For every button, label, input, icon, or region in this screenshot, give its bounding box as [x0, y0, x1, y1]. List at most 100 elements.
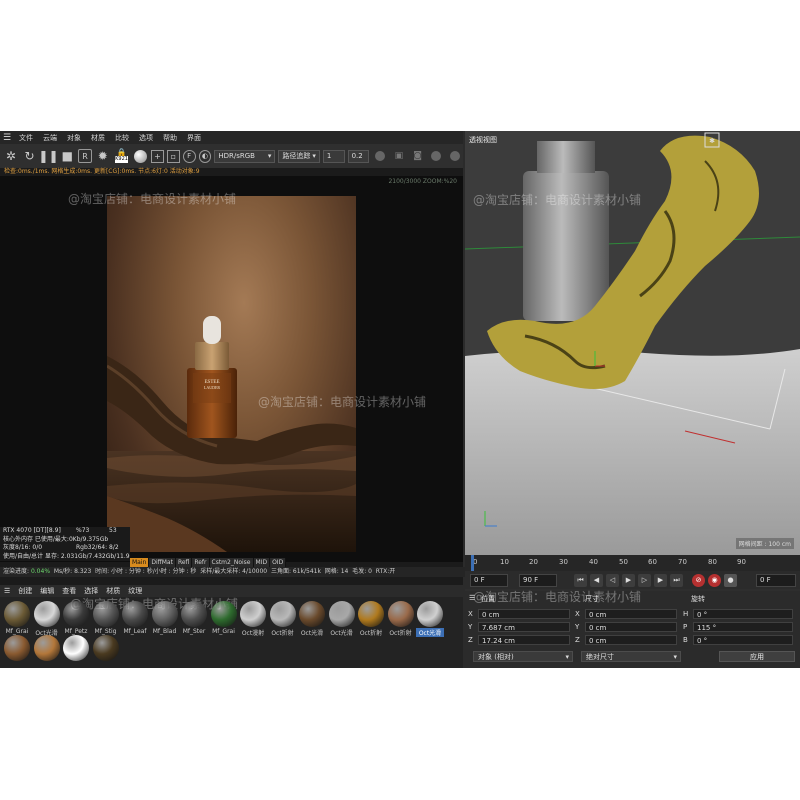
current-frame-field[interactable]: 0 F — [756, 573, 796, 587]
stats-memory-row: 核心外内存 已使用/最大:0Kb/9.375Gb — [0, 535, 130, 544]
playhead[interactable] — [471, 555, 474, 571]
timeline-tick: 70 — [678, 558, 687, 566]
coordinates-manager: ☰ 位置 尺寸 旋转 X0 cm Y 7.687 cm Z 17.24 cm X0 … — [465, 590, 800, 668]
stats-gpu-row: RTX 4070 [DT][8.9] %73 53 — [0, 527, 130, 536]
material-swatch[interactable]: Mf_Ster — [180, 601, 208, 635]
watermark-attr: @淘宝店铺：电商设计素材小铺 — [473, 590, 642, 604]
octane-toolbar: ✲ ↻ ❚❚ ■ R ✹ 🔒 K921 + ▫ F ◐ HDR/sRGB ▾ 路径追… — [0, 144, 463, 168]
key-settings-icon[interactable]: ● — [724, 573, 737, 587]
auto-key-icon[interactable]: ◉ — [708, 573, 721, 587]
material-swatch[interactable]: Oct折射 — [357, 601, 385, 637]
frame-start-field[interactable]: 0 F — [470, 573, 508, 587]
channel-oid[interactable]: OID — [270, 558, 287, 567]
material-swatch[interactable]: Oct光滑 — [33, 601, 61, 637]
watermark-left-2: @淘宝店铺：电商设计素材小铺 — [258, 395, 427, 409]
material-swatch[interactable]: Oct漫射 — [239, 601, 267, 637]
menu-options[interactable]: 选项 — [134, 133, 158, 143]
material-swatch[interactable] — [62, 635, 90, 661]
prev-frame-icon[interactable]: ◁ — [606, 573, 619, 587]
pause-icon[interactable]: ❚❚ — [38, 148, 58, 164]
size-y-field[interactable]: 0 cm — [585, 622, 677, 632]
perspective-viewport[interactable]: ✱ 透视视图 网格间距 : 100 cm @淘宝店铺：电商设计素材小铺 — [465, 131, 800, 555]
rotation-h-field[interactable]: 0 ° — [693, 609, 793, 619]
menu-help[interactable]: 帮助 — [158, 133, 182, 143]
lock-small-icon[interactable]: ▣ — [391, 148, 407, 164]
menu-cloud[interactable]: 云端 — [38, 133, 62, 143]
frame-end-field[interactable]: 90 F — [519, 573, 557, 587]
rotation-p-field[interactable]: 115 ° — [693, 622, 793, 632]
material-swatch[interactable]: Oct光滑 — [298, 601, 326, 637]
size-x-field[interactable]: 0 cm — [585, 609, 677, 619]
material-swatch[interactable]: Oct折射 — [387, 601, 415, 637]
channel-refr[interactable]: Refr — [192, 558, 210, 567]
svg-text:✱: ✱ — [709, 137, 715, 145]
menu-interface[interactable]: 界面 — [182, 133, 206, 143]
toggle-icon[interactable] — [372, 148, 388, 164]
position-z-field[interactable]: 17.24 cm — [478, 635, 570, 645]
mat-menu-edit[interactable]: 编辑 — [36, 586, 58, 596]
menu-material[interactable]: 材质 — [86, 133, 110, 143]
film-region-icon[interactable]: ▫ — [166, 149, 180, 163]
channel-refl[interactable]: Refl — [175, 558, 193, 567]
color-space-select[interactable]: HDR/sRGB ▾ — [214, 149, 276, 163]
material-label: Mf_Leaf — [123, 628, 147, 635]
material-swatch[interactable]: Oct折射 — [269, 601, 297, 637]
material-swatch[interactable]: Mf_Stig — [92, 601, 120, 635]
material-swatch[interactable]: Oct光滑 — [328, 601, 356, 637]
channel-diffmat[interactable]: DiffMat — [149, 558, 176, 567]
material-swatch[interactable] — [92, 635, 120, 661]
material-swatch[interactable]: Mf_Grai — [3, 601, 31, 635]
material-swatch[interactable]: Mf_Grai — [210, 601, 238, 635]
menu-file[interactable]: 文件 — [14, 133, 38, 143]
material-swatch[interactable]: Mf_Petz — [62, 601, 90, 635]
material-swatch[interactable] — [3, 635, 31, 661]
rotation-b-field[interactable]: 0 ° — [693, 635, 793, 645]
channel-noise[interactable]: Cstm2_Noise — [209, 558, 254, 567]
material-ball-icon[interactable] — [132, 148, 148, 164]
refresh-icon[interactable]: ↻ — [22, 148, 38, 164]
size-z-field[interactable]: 0 cm — [585, 635, 677, 645]
settings-gear-icon[interactable]: ✲ — [3, 148, 19, 164]
record-key-icon[interactable]: ⊘ — [692, 573, 705, 587]
restart-render-icon[interactable]: R — [78, 149, 92, 163]
sun-settings-icon[interactable]: ✹ — [95, 148, 111, 164]
white-balance-icon[interactable]: ◐ — [198, 149, 212, 163]
material-swatch[interactable]: Mf_Blad — [151, 601, 179, 635]
record-icon[interactable] — [429, 148, 445, 164]
next-frame-icon[interactable]: ▷ — [638, 573, 651, 587]
region-render-icon[interactable]: + — [151, 149, 164, 163]
apply-button[interactable]: 应用 — [719, 651, 795, 662]
material-swatch[interactable] — [33, 635, 61, 661]
stop-icon[interactable]: ■ — [59, 148, 75, 164]
go-to-start-icon[interactable]: ⏮ — [574, 573, 587, 587]
position-x-field[interactable]: 0 cm — [478, 609, 570, 619]
position-y-field[interactable]: 7.687 cm — [478, 622, 570, 632]
mat-menu-create[interactable]: 创建 — [14, 586, 36, 596]
next-key-icon[interactable]: ▶ — [654, 573, 667, 587]
lock-badge: K921 — [115, 156, 128, 163]
extra-icon[interactable] — [447, 148, 463, 164]
kernel-value-2[interactable]: 0.2 — [347, 149, 370, 163]
watermark-right: @淘宝店铺：电商设计素材小铺 — [473, 193, 642, 207]
material-swatch[interactable]: Oct光滑 — [416, 601, 444, 637]
hamburger-menu-icon[interactable]: ☰ — [0, 587, 14, 595]
kernel-value-1[interactable]: 1 — [322, 149, 345, 163]
channel-mid[interactable]: MID — [253, 558, 271, 567]
coordinate-mode-select[interactable]: 对象 (相对) ▾ — [473, 651, 573, 662]
prev-key-icon[interactable]: ◀ — [590, 573, 603, 587]
menu-compare[interactable]: 比较 — [110, 133, 134, 143]
timeline-ruler[interactable]: 0 10 20 30 40 50 60 70 80 90 — [465, 555, 800, 571]
material-preview-ball — [4, 635, 30, 661]
material-swatch[interactable]: Mf_Leaf — [121, 601, 149, 635]
channel-main[interactable]: Main — [130, 558, 150, 567]
focus-picker-icon[interactable]: F — [182, 149, 196, 163]
play-icon[interactable]: ▶ — [622, 573, 635, 587]
kernel-select[interactable]: 路径追踪 ▾ — [278, 149, 320, 163]
camera-icon[interactable]: ◙ — [410, 148, 426, 164]
lock-icon[interactable]: 🔒 K921 — [114, 148, 130, 164]
size-mode-select[interactable]: 绝对尺寸 ▾ — [581, 651, 681, 662]
menu-object[interactable]: 对象 — [62, 133, 86, 143]
hamburger-menu-icon[interactable]: ☰ — [0, 133, 14, 143]
go-to-end-icon[interactable]: ⏭ — [670, 573, 683, 587]
material-label: Oct光滑 — [416, 628, 444, 637]
